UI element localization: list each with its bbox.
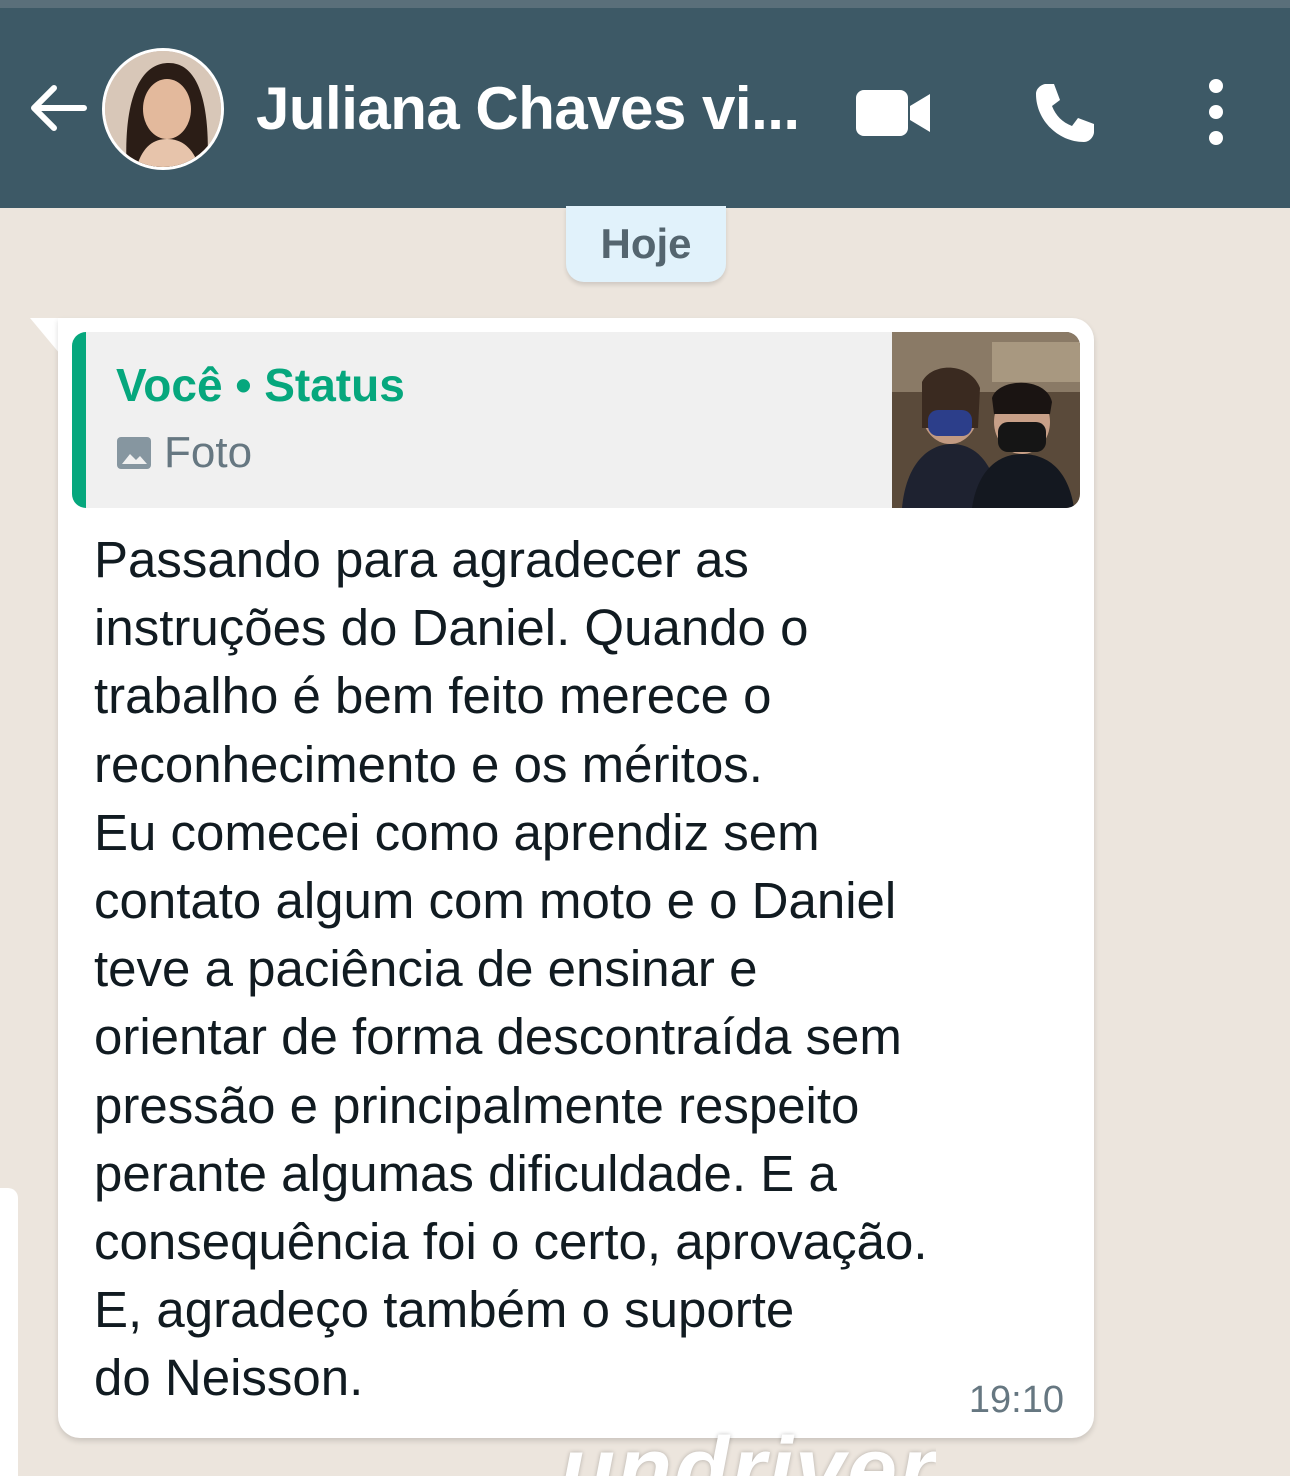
message-time: 19:10 bbox=[968, 1379, 1064, 1421]
message-bubble[interactable]: Você • Status Foto Passando para agradec… bbox=[58, 318, 1094, 1438]
message-text: Passando para agradecer as instruções do… bbox=[94, 531, 928, 1407]
watermark: undriver bbox=[560, 1420, 937, 1476]
adjacent-bubble-edge bbox=[0, 1188, 18, 1476]
video-camera-icon[interactable] bbox=[854, 86, 932, 140]
phone-icon[interactable] bbox=[1032, 80, 1098, 146]
date-divider: Hoje bbox=[566, 206, 726, 282]
arrow-left-icon[interactable] bbox=[26, 76, 90, 140]
quote-type-label: Foto bbox=[164, 428, 253, 477]
photo-icon bbox=[117, 437, 151, 469]
quote-accent-bar bbox=[72, 332, 86, 508]
contact-name[interactable]: Juliana Chaves vi... bbox=[256, 74, 800, 143]
chat-header: Juliana Chaves vi... bbox=[0, 8, 1290, 208]
status-thumbnail[interactable] bbox=[892, 332, 1080, 508]
bubble-tail bbox=[30, 318, 60, 354]
quote-author: Você • Status bbox=[116, 359, 405, 411]
top-edge bbox=[0, 0, 1290, 8]
avatar[interactable] bbox=[102, 48, 224, 170]
quoted-status[interactable]: Você • Status Foto bbox=[72, 332, 1080, 508]
avatar-photo bbox=[105, 51, 221, 167]
quote-type: Foto bbox=[116, 428, 252, 478]
more-vertical-icon[interactable] bbox=[1198, 76, 1234, 148]
